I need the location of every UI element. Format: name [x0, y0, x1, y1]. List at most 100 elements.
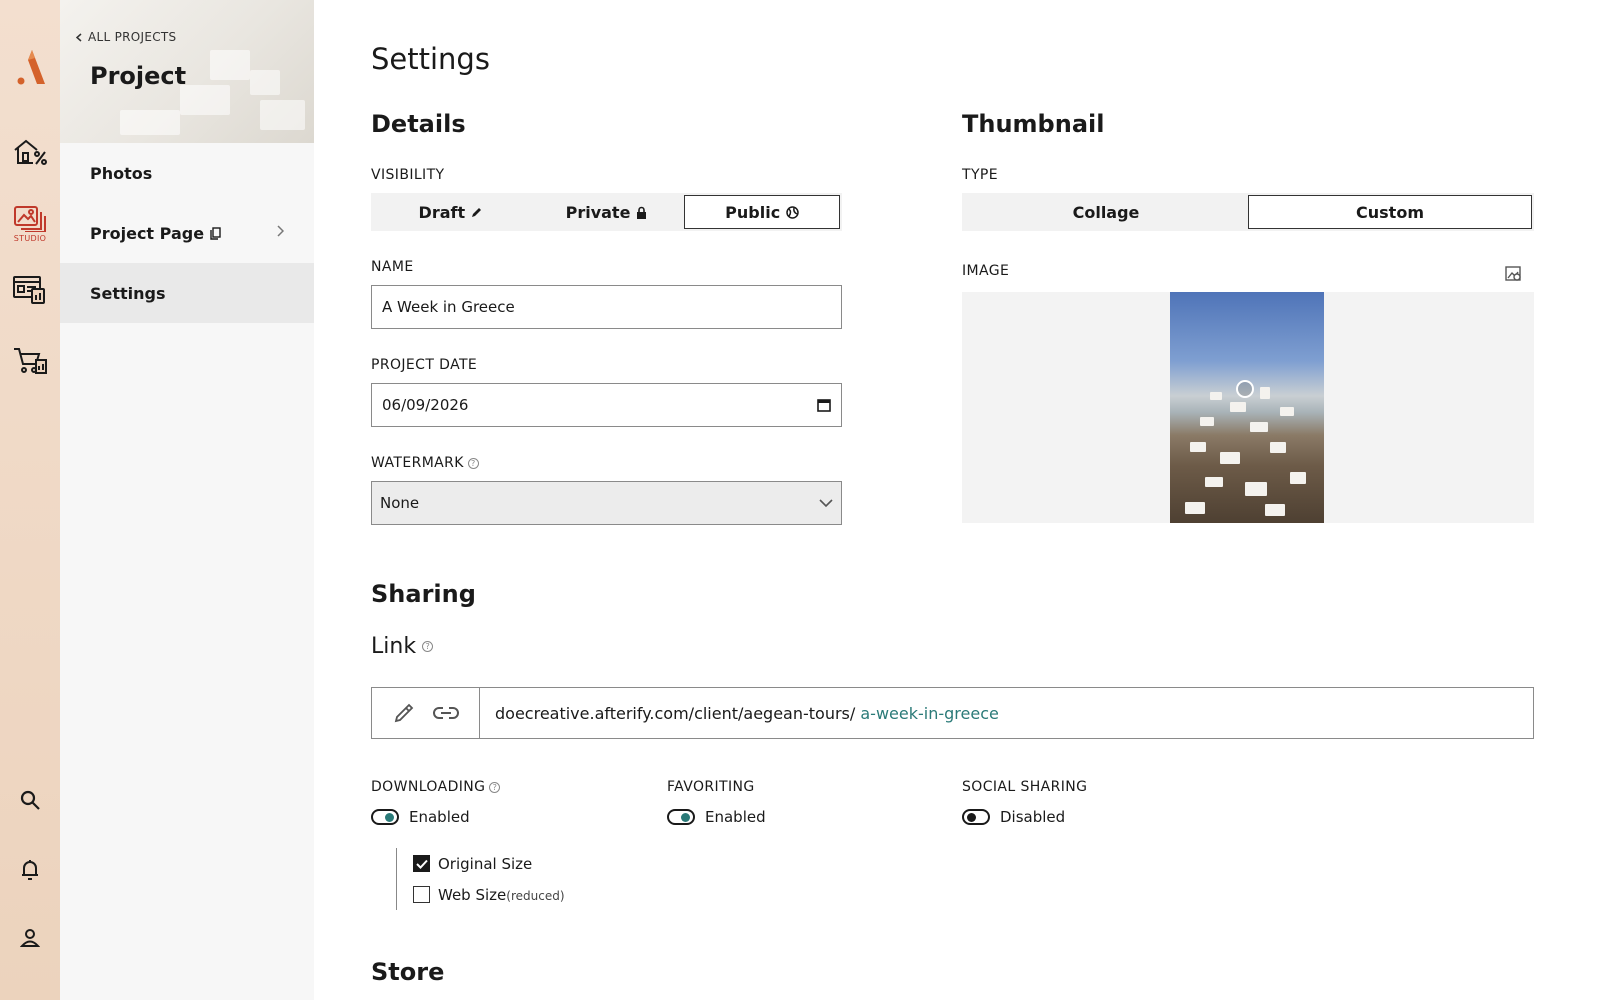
name-label-text: NAME: [371, 259, 414, 275]
thumbnail-type-selector: Collage Custom: [962, 193, 1534, 231]
change-image-icon[interactable]: [1505, 265, 1522, 282]
user-icon[interactable]: [0, 918, 60, 958]
downloading-toggle[interactable]: [371, 809, 399, 825]
afterify-logo-icon[interactable]: [0, 44, 60, 92]
favoriting-toggle-row: Enabled: [667, 808, 766, 826]
help-icon[interactable]: ?: [422, 641, 434, 652]
store-heading: Store: [371, 958, 445, 986]
original-size-option[interactable]: Original Size: [413, 848, 565, 879]
project-date-input[interactable]: 06/09/2026: [371, 383, 842, 427]
visibility-private-option[interactable]: Private: [529, 195, 685, 229]
downloading-label-text: DOWNLOADING: [371, 779, 486, 795]
globe-icon: [786, 205, 799, 219]
project-date-value: 06/09/2026: [382, 396, 469, 414]
download-size-options: Original Size Web Size(reduced): [396, 848, 565, 910]
visibility-selector: Draft Private Public: [371, 193, 842, 231]
calendar-icon[interactable]: [817, 398, 831, 412]
copy-link-icon[interactable]: [432, 706, 459, 720]
link-slug: a-week-in-greece: [860, 703, 999, 723]
sharing-heading: Sharing: [371, 580, 476, 608]
chevron-down-icon: [819, 498, 833, 507]
gallery-icon: [14, 205, 46, 232]
help-icon[interactable]: ?: [489, 781, 501, 793]
project-cover-banner: ALL PROJECTS Project: [60, 0, 314, 143]
thumbnail-type-label-text: TYPE: [962, 167, 998, 183]
web-size-option[interactable]: Web Size(reduced): [413, 879, 565, 910]
thumbnail-image-label: IMAGE: [962, 263, 1009, 279]
watermark-label-text: WATERMARK: [371, 455, 464, 471]
sidebar-item-photos[interactable]: Photos: [60, 143, 314, 203]
downloading-toggle-row: Enabled: [371, 808, 470, 826]
thumbnail-heading: Thumbnail: [962, 110, 1105, 138]
chevron-right-icon: [277, 225, 284, 237]
visibility-label: VISIBILITY: [371, 167, 445, 183]
custom-label: Custom: [1356, 202, 1424, 222]
cart-icon[interactable]: [0, 338, 60, 382]
original-size-checkbox[interactable]: [413, 855, 430, 872]
favoriting-label: FAVORITING: [667, 779, 755, 795]
thumbnail-image-frame: [962, 292, 1534, 523]
watermark-select[interactable]: None: [371, 481, 842, 525]
original-size-label: Original Size: [438, 854, 533, 873]
downloading-label: DOWNLOADING ?: [371, 779, 501, 795]
bell-icon[interactable]: [0, 850, 60, 890]
thumbnail-image[interactable]: [1170, 292, 1324, 523]
project-date-label-text: PROJECT DATE: [371, 357, 478, 373]
project-title: Project: [90, 62, 187, 90]
checkmark-icon: [415, 859, 428, 869]
details-heading: Details: [371, 110, 466, 138]
name-label: NAME: [371, 259, 414, 275]
sidebar-item-label: Project Page: [90, 223, 205, 243]
share-link-url[interactable]: doecreative.afterify.com/client/aegean-t…: [480, 704, 999, 723]
search-icon[interactable]: [0, 780, 60, 820]
web-size-note: (reduced): [506, 888, 565, 903]
visibility-label-text: VISIBILITY: [371, 167, 445, 183]
web-size-checkbox[interactable]: [413, 886, 430, 903]
focal-point-handle[interactable]: [1236, 380, 1254, 398]
sidebar-item-label: Photos: [90, 163, 153, 183]
website-icon[interactable]: [0, 268, 60, 312]
draft-label: Draft: [418, 202, 466, 222]
pencil-icon: [472, 208, 482, 217]
social-sharing-toggle-row: Disabled: [962, 808, 1065, 826]
name-value: A Week in Greece: [382, 298, 515, 316]
visibility-public-option[interactable]: Public: [684, 195, 841, 229]
link-heading-text: Link: [371, 634, 417, 659]
project-date-label: PROJECT DATE: [371, 357, 477, 373]
social-sharing-label-text: SOCIAL SHARING: [962, 779, 1088, 795]
sidebar-item-label: Settings: [90, 283, 166, 303]
copy-icon: [210, 226, 221, 240]
sidebar-item-studio[interactable]: STUDIO: [0, 198, 60, 248]
web-size-label: Web Size: [438, 885, 507, 904]
thumbnail-collage-option[interactable]: Collage: [964, 195, 1248, 229]
collage-label: Collage: [1072, 202, 1140, 222]
thumbnail-type-label: TYPE: [962, 167, 998, 183]
sidebar-item-settings[interactable]: Settings: [60, 263, 314, 323]
watermark-label: WATERMARK ?: [371, 455, 479, 471]
name-input[interactable]: A Week in Greece: [371, 285, 842, 329]
social-sharing-label: SOCIAL SHARING: [962, 779, 1087, 795]
chevron-left-icon: [76, 32, 82, 42]
watermark-value: None: [380, 494, 420, 512]
link-heading: Link ?: [371, 634, 434, 659]
favoriting-label-text: FAVORITING: [667, 779, 755, 795]
visibility-draft-option[interactable]: Draft: [373, 195, 529, 229]
help-icon[interactable]: ?: [467, 457, 479, 469]
all-projects-label: ALL PROJECTS: [88, 30, 177, 44]
project-sidebar: ALL PROJECTS Project Photos Project Page…: [60, 0, 314, 1000]
lock-icon: [637, 206, 647, 219]
studio-label: STUDIO: [13, 233, 47, 243]
house-percent-icon[interactable]: [0, 130, 60, 174]
page-title: Settings: [371, 42, 490, 76]
favoriting-toggle[interactable]: [667, 809, 695, 825]
favoriting-state: Enabled: [705, 808, 766, 826]
thumbnail-custom-option[interactable]: Custom: [1248, 195, 1532, 229]
social-sharing-state: Disabled: [1000, 808, 1066, 826]
public-label: Public: [725, 202, 781, 222]
social-sharing-toggle[interactable]: [962, 809, 990, 825]
share-link-bar: doecreative.afterify.com/client/aegean-t…: [371, 687, 1534, 739]
settings-panel: Settings Details VISIBILITY Draft Privat…: [314, 0, 1600, 1000]
all-projects-link[interactable]: ALL PROJECTS: [76, 30, 176, 44]
edit-link-icon[interactable]: [393, 702, 415, 724]
sidebar-item-project-page[interactable]: Project Page: [60, 203, 314, 263]
